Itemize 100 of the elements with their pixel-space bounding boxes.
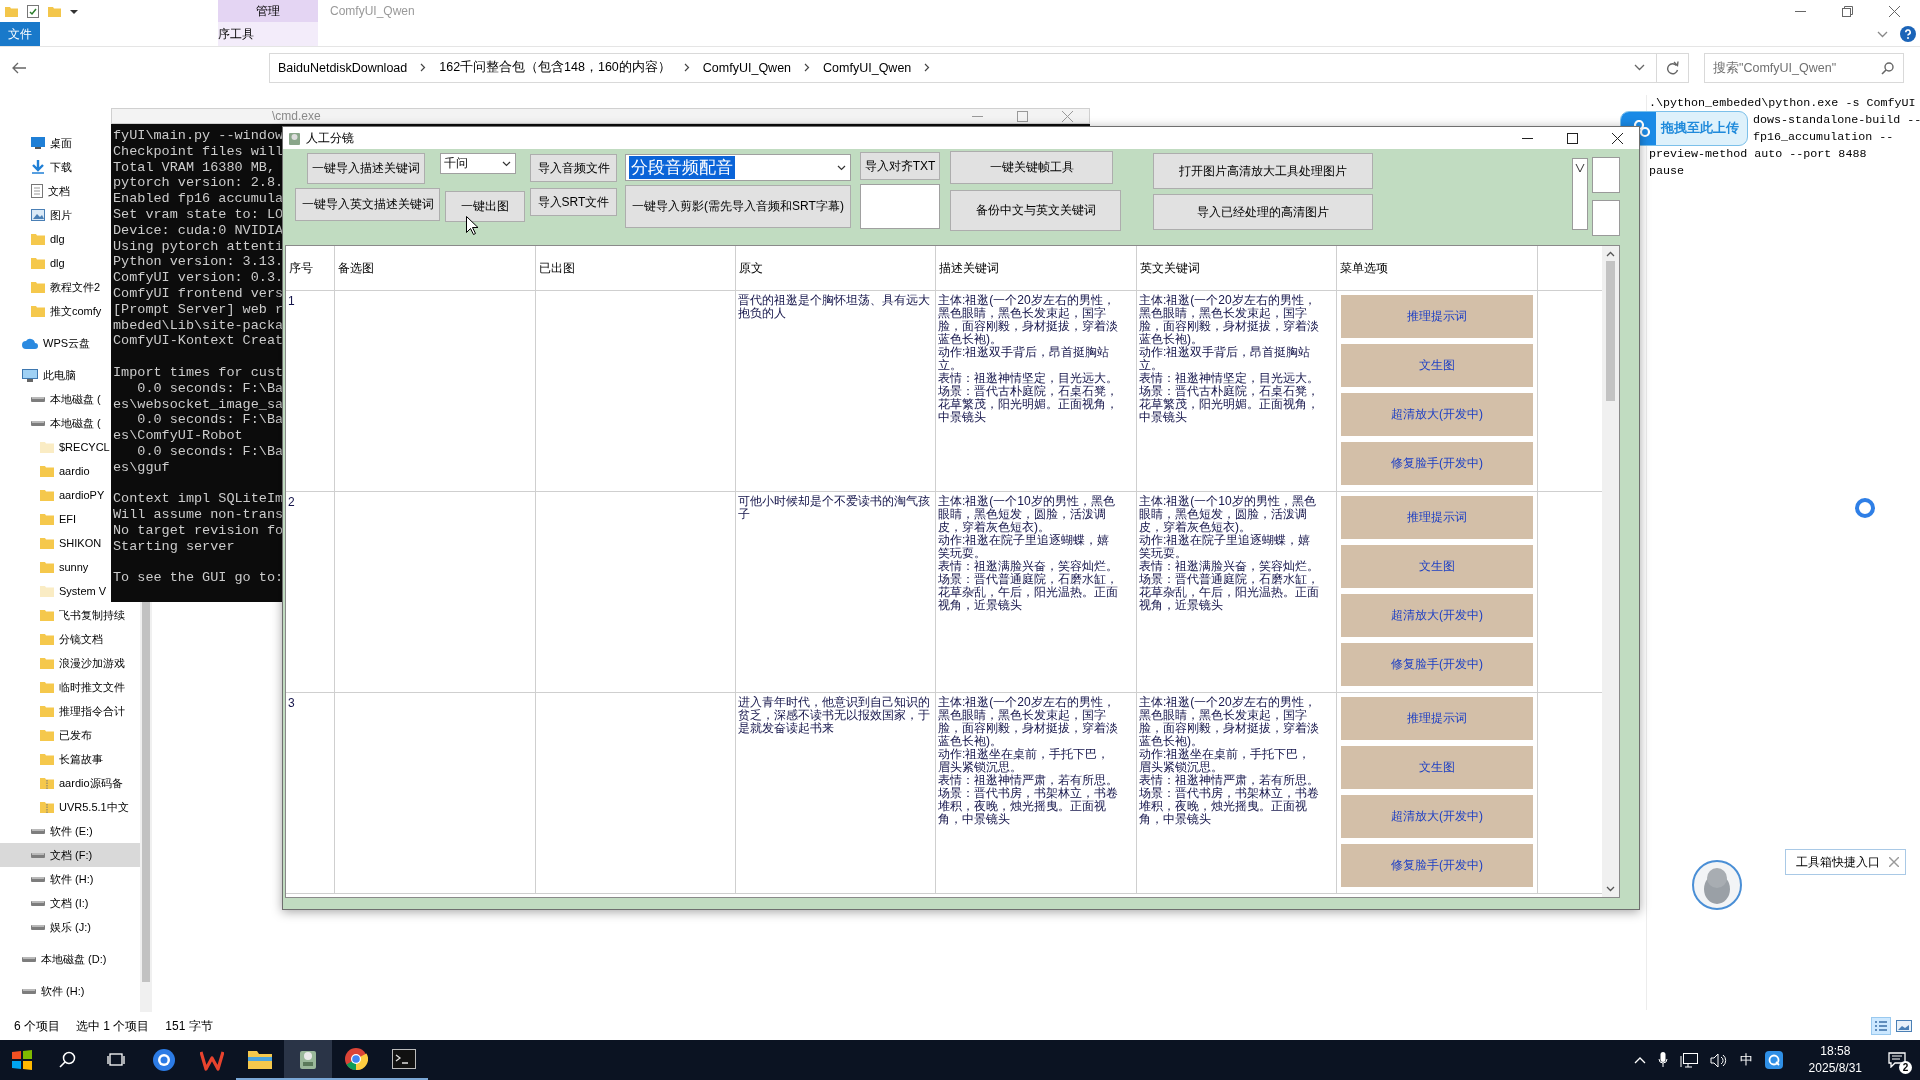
refresh-icon[interactable] (1666, 60, 1679, 75)
breadcrumb-item[interactable]: ComfyUI_Qwen (823, 60, 912, 75)
nav-item[interactable]: SHIKON (0, 531, 102, 555)
nav-item[interactable]: $RECYCL (0, 435, 110, 459)
menu-button[interactable]: 超清放大(开发中) (1341, 594, 1533, 637)
terminal-icon[interactable] (392, 1049, 416, 1069)
menu-button[interactable]: 超清放大(开发中) (1341, 795, 1533, 838)
toolbar-button[interactable]: 一键关键帧工具 (950, 151, 1113, 184)
search-field[interactable]: 搜索"ComfyUI_Qwen" (1704, 52, 1904, 83)
nav-item[interactable]: 长篇故事 (0, 747, 103, 771)
chevron-right-icon[interactable] (683, 63, 690, 72)
menu-button[interactable]: 文生图 (1341, 545, 1533, 588)
nav-item[interactable]: 推理指令合计 (0, 699, 125, 723)
menu-button[interactable]: 推理提示词 (1341, 295, 1533, 338)
office-app-icon[interactable] (200, 1049, 224, 1071)
nav-item[interactable]: aardio (0, 459, 90, 483)
app-tray-icon[interactable] (1764, 1051, 1783, 1069)
chevron-down-icon[interactable] (837, 164, 846, 171)
toolbar-button[interactable]: 打开图片高清放大工具处理图片 (1153, 153, 1373, 189)
chevron-right-icon[interactable] (804, 63, 811, 72)
nav-item[interactable]: 分镜文档 (0, 627, 103, 651)
nav-item[interactable]: sunny (0, 555, 89, 579)
scrollbar-thumb[interactable] (142, 602, 150, 982)
chevron-down-icon[interactable] (1606, 886, 1615, 892)
input-method-indicator[interactable]: 中 (1739, 1051, 1753, 1069)
dropdown[interactable]: 千问 (440, 153, 516, 174)
address-bar[interactable]: BaiduNetdiskDownload 162千问整合包（包含148，160的内容） ComfyUI_Qwen ComfyUI_Qwen (269, 52, 1657, 83)
breadcrumb-item[interactable]: BaiduNetdiskDownload (278, 60, 408, 75)
menu-button[interactable]: 推理提示词 (1341, 697, 1533, 740)
nav-item[interactable]: 软件 (H:) (0, 867, 94, 891)
volume-icon[interactable] (1709, 1052, 1728, 1068)
list-box[interactable] (1572, 158, 1588, 230)
scrollbar[interactable] (140, 602, 152, 1012)
search-icon[interactable] (59, 1051, 77, 1069)
toolbar-button[interactable]: 一键导入剪影(需先导入音频和SRT字幕) (625, 185, 851, 228)
nav-item[interactable]: 桌面 (0, 131, 72, 155)
toolbar-button[interactable]: 一键导入英文描述关键词 (295, 188, 440, 221)
nav-item[interactable]: 娱乐 (J:) (0, 915, 91, 939)
text-box[interactable] (1592, 200, 1620, 236)
breadcrumb-item[interactable]: ComfyUI_Qwen (702, 60, 792, 75)
chrome-icon[interactable] (344, 1047, 368, 1071)
nav-item[interactable]: 图片 (0, 203, 72, 227)
nav-item[interactable]: 飞书复制持续 (0, 603, 125, 627)
browser-icon[interactable] (152, 1048, 176, 1072)
nav-item[interactable]: 软件 (H:) (0, 979, 85, 1003)
close-icon[interactable] (1612, 132, 1623, 144)
menu-button[interactable]: 修复脸手(开发中) (1341, 442, 1533, 485)
ribbon-tab[interactable]: 管理 (218, 0, 318, 22)
nav-item[interactable]: 文档 (0, 179, 70, 203)
nav-item[interactable]: 本地磁盘 (D:) (0, 947, 107, 971)
nav-item[interactable]: 临时推文文件 (0, 675, 125, 699)
nav-item[interactable]: dlg (0, 251, 65, 275)
dropdown[interactable]: 分段音频配音 (625, 154, 851, 181)
toolbar-button[interactable]: 导入对齐TXT (860, 152, 940, 180)
nav-item[interactable]: 浪漫沙加游戏 (0, 651, 125, 675)
nav-item[interactable]: System V (0, 579, 107, 603)
clock-date[interactable]: 2025/8/31 (1808, 1060, 1862, 1077)
chevron-up-icon[interactable] (1606, 251, 1615, 257)
scrollbar[interactable] (1602, 246, 1619, 897)
restore-icon[interactable] (1842, 5, 1853, 17)
chevron-right-icon[interactable] (420, 63, 427, 72)
network-icon[interactable] (1679, 1052, 1698, 1068)
nav-item[interactable]: 已发布 (0, 723, 92, 747)
caret-icon[interactable] (70, 7, 78, 15)
microphone-icon[interactable] (1657, 1052, 1668, 1068)
chevron-right-icon[interactable] (924, 63, 931, 72)
thumbnail-view-icon[interactable] (1896, 1020, 1912, 1032)
ring-icon[interactable] (1855, 498, 1875, 518)
toolbar-button[interactable]: 一键导入描述关键词 (307, 153, 425, 184)
checklist-icon[interactable] (27, 4, 39, 18)
toolbar-button[interactable]: 导入已经处理的高清图片 (1153, 194, 1373, 230)
nav-item[interactable]: 文档 (I:) (0, 891, 89, 915)
menu-button[interactable]: 超清放大(开发中) (1341, 393, 1533, 436)
menu-button[interactable]: 文生图 (1341, 746, 1533, 789)
chevron-down-icon[interactable] (502, 160, 511, 167)
avatar[interactable] (1691, 859, 1743, 911)
text-box[interactable] (860, 184, 940, 229)
windows-start-icon[interactable] (11, 1049, 33, 1071)
toolbar-button[interactable]: 导入音频文件 (530, 154, 617, 182)
nav-item[interactable]: 本地磁盘 ( (0, 411, 101, 435)
toolbar-button[interactable]: 备份中文与英文关键词 (950, 190, 1121, 231)
nav-item[interactable]: 软件 (E:) (0, 819, 93, 843)
back-icon[interactable] (12, 61, 26, 74)
menu-button[interactable]: 推理提示词 (1341, 496, 1533, 539)
maximize-icon[interactable] (1567, 132, 1578, 144)
chevron-down-icon[interactable] (1575, 163, 1585, 173)
nav-item[interactable]: aardio源码备 (0, 771, 123, 795)
menu-button[interactable]: 修复脸手(开发中) (1341, 643, 1533, 686)
nav-item[interactable]: 文档 (F:) (0, 843, 140, 867)
toolbar-button[interactable]: 导入SRT文件 (530, 188, 617, 216)
nav-item[interactable]: 教程文件2 (0, 275, 101, 299)
toolbar-button[interactable]: 一键出图 (445, 191, 525, 222)
clock-time[interactable]: 18:58 (1820, 1043, 1851, 1060)
nav-item[interactable]: 此电脑 (0, 363, 76, 387)
file-tab[interactable]: 文件 (0, 22, 40, 46)
tooltip[interactable]: 工具箱快捷入口 (1785, 849, 1906, 875)
details-view-icon[interactable] (1872, 1018, 1890, 1034)
scrollbar-thumb[interactable] (1606, 261, 1615, 401)
nav-item[interactable]: WPS云盘 (0, 331, 91, 355)
nav-item[interactable]: aardioPY (0, 483, 105, 507)
